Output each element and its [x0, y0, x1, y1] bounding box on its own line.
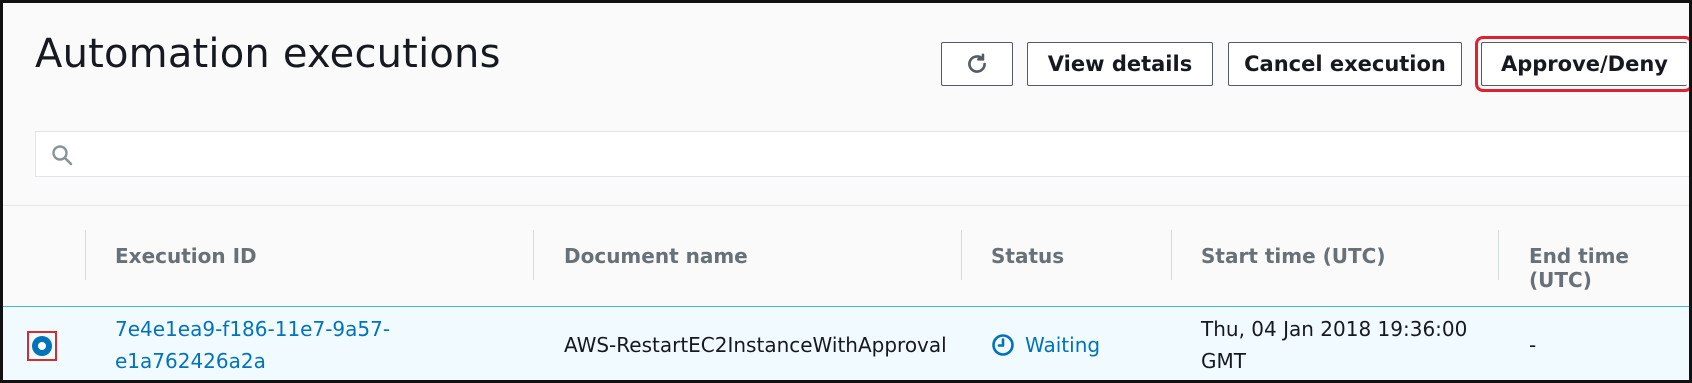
- row-select-radio[interactable]: [27, 331, 57, 361]
- status-cell: Waiting: [991, 329, 1100, 361]
- execution-id-line-2: e1a762426a2a: [115, 349, 266, 373]
- execution-id-link[interactable]: 7e4e1ea9-f186-11e7-9a57- e1a762426a2a: [115, 313, 390, 377]
- document-name-cell: AWS-RestartEC2InstanceWithApproval: [564, 333, 947, 357]
- search-input[interactable]: [35, 131, 1689, 177]
- start-time-line-2: GMT: [1201, 349, 1246, 373]
- refresh-icon: [968, 53, 986, 73]
- column-separator: [1171, 230, 1172, 280]
- column-separator: [533, 230, 534, 280]
- radio-dot: [38, 342, 46, 350]
- page-title: Automation executions: [35, 31, 501, 77]
- cancel-execution-button[interactable]: Cancel execution: [1228, 42, 1462, 86]
- column-separator: [1498, 230, 1499, 280]
- approve-deny-button[interactable]: Approve/Deny: [1475, 36, 1689, 92]
- automation-executions-panel: Automation executions View details Cance…: [0, 0, 1692, 383]
- view-details-button[interactable]: View details: [1027, 42, 1213, 86]
- table-row[interactable]: 7e4e1ea9-f186-11e7-9a57- e1a762426a2a AW…: [3, 306, 1689, 380]
- column-header-end-time[interactable]: End time (UTC): [1529, 244, 1689, 292]
- start-time-cell: Thu, 04 Jan 2018 19:36:00 GMT: [1201, 313, 1467, 377]
- column-header-start-time[interactable]: Start time (UTC): [1201, 244, 1385, 268]
- search-icon: [52, 145, 73, 166]
- column-header-execution-id[interactable]: Execution ID: [115, 244, 257, 268]
- start-time-line-1: Thu, 04 Jan 2018 19:36:00: [1201, 317, 1468, 341]
- status-label: Waiting: [1025, 333, 1101, 357]
- column-header-status[interactable]: Status: [991, 244, 1064, 268]
- radio-selected-indicator: [32, 336, 52, 356]
- column-separator: [85, 230, 86, 280]
- table-header: Execution ID Document name Status Start …: [3, 206, 1689, 306]
- end-time-cell: -: [1529, 333, 1537, 357]
- column-separator: [961, 230, 962, 280]
- column-header-document-name[interactable]: Document name: [564, 244, 748, 268]
- clock-icon: [992, 334, 1014, 356]
- refresh-button[interactable]: [941, 42, 1013, 86]
- execution-id-line-1: 7e4e1ea9-f186-11e7-9a57-: [115, 317, 391, 341]
